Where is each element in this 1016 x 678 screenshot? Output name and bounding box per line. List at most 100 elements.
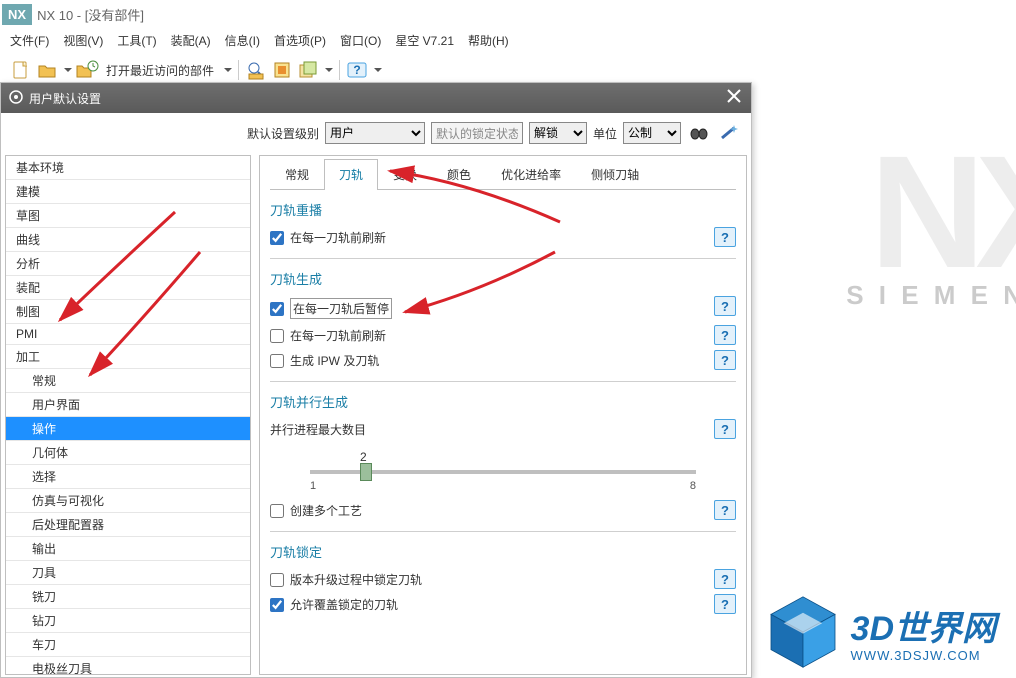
dialog-header: 用户默认设置 <box>1 83 751 113</box>
tab-transform[interactable]: 变换 <box>378 159 432 190</box>
nav-item-4[interactable]: 分析 <box>6 252 250 276</box>
gen-pause-label: 在每一刀轨后暂停 <box>290 298 392 319</box>
menu-window[interactable]: 窗口(O) <box>340 32 381 49</box>
gen-ipw-label: 生成 IPW 及刀轨 <box>290 352 379 369</box>
touch-mode-icon[interactable] <box>271 59 293 81</box>
section-parallel-title: 刀轨并行生成 <box>270 392 736 411</box>
unit-select[interactable]: 公制 <box>623 122 681 144</box>
window-icon[interactable] <box>297 59 319 81</box>
nav-item-3[interactable]: 曲线 <box>6 228 250 252</box>
tabs: 常规 刀轨 变换 颜色 优化进给率 侧倾刀轴 <box>270 158 736 190</box>
watermark-logo: 3D世界网 WWW.3DSJW.COM <box>763 592 996 672</box>
help-icon[interactable]: ? <box>714 325 736 345</box>
section-parallel: 刀轨并行生成 并行进程最大数目 ? 2 1 8 创建多个工艺 ? <box>270 392 736 523</box>
level-label: 默认设置级别 <box>247 125 319 142</box>
open-recent-icon[interactable] <box>76 59 98 81</box>
nav-item-16[interactable]: 输出 <box>6 537 250 561</box>
gen-refresh-check[interactable] <box>270 329 284 343</box>
nav-item-20[interactable]: 车刀 <box>6 633 250 657</box>
tab-tilt[interactable]: 侧倾刀轴 <box>576 159 654 190</box>
help-icon[interactable]: ? <box>714 227 736 247</box>
logo-url: WWW.3DSJW.COM <box>851 648 996 663</box>
multi-process-label: 创建多个工艺 <box>290 502 362 519</box>
gen-ipw-check[interactable] <box>270 354 284 368</box>
level-select[interactable]: 用户 <box>325 122 425 144</box>
tab-feedopt[interactable]: 优化进给率 <box>486 159 576 190</box>
nav-item-14[interactable]: 仿真与可视化 <box>6 489 250 513</box>
tab-general[interactable]: 常规 <box>270 159 324 190</box>
new-icon[interactable] <box>10 59 32 81</box>
tab-toolpath[interactable]: 刀轨 <box>324 159 378 190</box>
binoculars-icon[interactable] <box>687 122 711 144</box>
nav-item-15[interactable]: 后处理配置器 <box>6 513 250 537</box>
menu-tools[interactable]: 工具(T) <box>117 32 156 49</box>
nav-item-18[interactable]: 铣刀 <box>6 585 250 609</box>
gen-refresh-label: 在每一刀轨前刷新 <box>290 327 386 344</box>
nav-item-6[interactable]: 制图 <box>6 300 250 324</box>
menu-file[interactable]: 文件(F) <box>10 32 49 49</box>
lock-upgrade-check[interactable] <box>270 573 284 587</box>
gear-icon <box>9 90 23 107</box>
menu-help[interactable]: 帮助(H) <box>468 32 509 49</box>
help-icon[interactable]: ? <box>714 296 736 316</box>
multi-process-check[interactable] <box>270 504 284 518</box>
user-defaults-dialog: 用户默认设置 默认设置级别 用户 解锁 单位 公制 基本环境建模草图曲线分析装配… <box>0 82 752 678</box>
menu-info[interactable]: 信息(I) <box>225 32 260 49</box>
menu-view[interactable]: 视图(V) <box>63 32 103 49</box>
nav-item-10[interactable]: 用户界面 <box>6 393 250 417</box>
nav-tree[interactable]: 基本环境建模草图曲线分析装配制图PMI加工常规用户界面操作几何体选择仿真与可视化… <box>5 155 251 675</box>
section-generate-title: 刀轨生成 <box>270 269 736 288</box>
level-row: 默认设置级别 用户 解锁 单位 公制 <box>1 113 751 153</box>
siemens-watermark: NX <box>870 120 1016 304</box>
tab-color[interactable]: 颜色 <box>432 159 486 190</box>
nav-item-12[interactable]: 几何体 <box>6 441 250 465</box>
help-icon[interactable]: ? <box>714 569 736 589</box>
nav-item-17[interactable]: 刀具 <box>6 561 250 585</box>
menu-assembly[interactable]: 装配(A) <box>171 32 211 49</box>
wand-icon[interactable] <box>717 122 741 144</box>
title-bar: NX NX 10 - [没有部件] <box>0 0 1016 28</box>
replay-refresh-check[interactable] <box>270 231 284 245</box>
nav-item-5[interactable]: 装配 <box>6 276 250 300</box>
slider-value: 2 <box>360 450 696 464</box>
menu-starry[interactable]: 星空 V7.21 <box>395 32 454 49</box>
section-replay-title: 刀轨重播 <box>270 200 736 219</box>
help-icon[interactable]: ? <box>714 500 736 520</box>
section-generate: 刀轨生成 在每一刀轨后暂停 ? 在每一刀轨前刷新 ? 生成 IPW 及刀轨 ? <box>270 269 736 373</box>
nav-item-8[interactable]: 加工 <box>6 345 250 369</box>
section-replay: 刀轨重播 在每一刀轨前刷新 ? <box>270 200 736 250</box>
slider-max: 8 <box>690 480 696 492</box>
menu-prefs[interactable]: 首选项(P) <box>274 32 326 49</box>
lock-override-check[interactable] <box>270 598 284 612</box>
max-procs-label: 并行进程最大数目 <box>270 421 366 438</box>
nav-item-2[interactable]: 草图 <box>6 204 250 228</box>
nav-item-13[interactable]: 选择 <box>6 465 250 489</box>
help-icon[interactable]: ? <box>714 350 736 370</box>
nav-item-0[interactable]: 基本环境 <box>6 156 250 180</box>
max-procs-slider[interactable]: 2 1 8 <box>270 442 736 498</box>
logo-text: 3D世界网 <box>851 601 996 650</box>
lock-select[interactable]: 解锁 <box>529 122 587 144</box>
nav-item-11[interactable]: 操作 <box>6 417 250 441</box>
gen-pause-check[interactable] <box>270 302 284 316</box>
help-icon[interactable]: ? <box>714 419 736 439</box>
slider-min: 1 <box>310 480 316 492</box>
nav-item-7[interactable]: PMI <box>6 324 250 345</box>
nav-item-9[interactable]: 常规 <box>6 369 250 393</box>
window-title: NX 10 - [没有部件] <box>37 5 144 24</box>
lock-upgrade-label: 版本升级过程中锁定刀轨 <box>290 571 422 588</box>
help-icon[interactable]: ? <box>714 594 736 614</box>
nav-item-19[interactable]: 钻刀 <box>6 609 250 633</box>
section-lock-title: 刀轨锁定 <box>270 542 736 561</box>
section-lock: 刀轨锁定 版本升级过程中锁定刀轨 ? 允许覆盖锁定的刀轨 ? <box>270 542 736 617</box>
lock-state-field <box>431 122 523 144</box>
nav-item-21[interactable]: 电极丝刀具 <box>6 657 250 675</box>
close-icon[interactable] <box>727 89 741 106</box>
content-pane[interactable]: 常规 刀轨 变换 颜色 优化进给率 侧倾刀轴 刀轨重播 在每一刀轨前刷新 ? 刀… <box>259 155 747 675</box>
cmd-finder-icon[interactable] <box>245 59 267 81</box>
nav-item-1[interactable]: 建模 <box>6 180 250 204</box>
open-recent-label: 打开最近访问的部件 <box>106 62 214 79</box>
help-icon[interactable]: ? <box>346 59 368 81</box>
open-icon[interactable] <box>36 59 58 81</box>
dialog-title: 用户默认设置 <box>29 90 101 107</box>
